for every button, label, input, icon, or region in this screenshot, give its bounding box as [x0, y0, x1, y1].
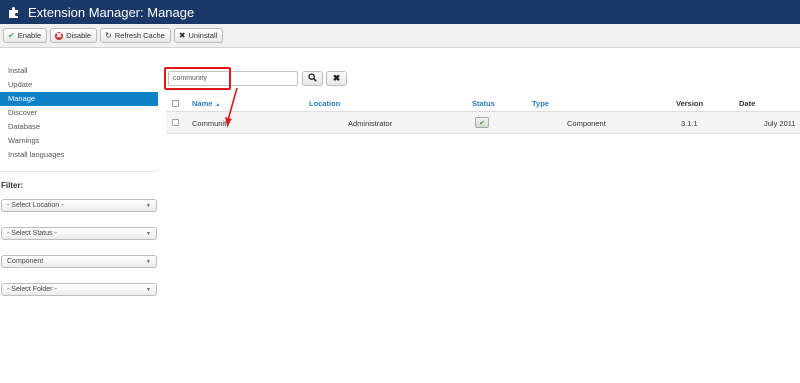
- extension-location: Administrator: [348, 119, 393, 128]
- close-icon: ✖: [178, 30, 186, 40]
- sidebar-item-database[interactable]: Database: [0, 120, 158, 134]
- checkmark-icon: ✔: [479, 119, 485, 127]
- sidebar: Install Update Manage Discover Database …: [0, 64, 158, 296]
- chevron-down-icon: ▼: [146, 230, 151, 237]
- chevron-down-icon: ▼: [146, 286, 151, 293]
- status-select[interactable]: - Select Status - ▼: [1, 227, 157, 240]
- column-header-date[interactable]: Date: [739, 99, 755, 108]
- extension-date: July 2011: [764, 119, 796, 128]
- column-header-name[interactable]: Name ▲: [192, 99, 220, 108]
- uninstall-button[interactable]: ✖ Uninstall: [173, 28, 224, 43]
- search-input[interactable]: [168, 71, 298, 86]
- sidebar-divider: [0, 171, 158, 172]
- select-all-checkbox[interactable]: [172, 100, 179, 107]
- filter-label: Filter:: [1, 181, 24, 190]
- sidebar-item-update[interactable]: Update: [0, 78, 158, 92]
- search-bar: ✖: [164, 67, 347, 90]
- disable-icon: ✖: [55, 30, 64, 40]
- location-select-value: - Select Location -: [7, 202, 64, 209]
- column-header-type[interactable]: Type: [532, 99, 549, 108]
- refresh-cache-button[interactable]: ↻ Refresh Cache: [100, 28, 171, 43]
- enable-label: Enable: [17, 31, 42, 40]
- disable-label: Disable: [66, 31, 92, 40]
- type-select[interactable]: Component ▼: [1, 255, 157, 268]
- search-icon: [308, 73, 317, 84]
- folder-select[interactable]: - Select Folder - ▼: [1, 283, 157, 296]
- chevron-down-icon: ▼: [146, 258, 151, 265]
- table-row: Community Administrator ✔ Component 3.1.…: [166, 112, 800, 134]
- clear-search-button[interactable]: ✖: [326, 71, 347, 86]
- extension-name: Community: [192, 119, 230, 128]
- chevron-down-icon: ▼: [146, 202, 151, 209]
- sidebar-item-install-languages[interactable]: Install languages: [0, 148, 158, 162]
- sidebar-item-manage[interactable]: Manage: [0, 92, 158, 106]
- title-bar: Extension Manager: Manage: [0, 0, 800, 24]
- extension-type: Component: [567, 119, 606, 128]
- search-button[interactable]: [302, 71, 323, 86]
- extensions-table: Name ▲ Location Status Type Version Date …: [166, 96, 800, 134]
- row-checkbox[interactable]: [172, 119, 179, 126]
- page-title: Extension Manager: Manage: [28, 4, 195, 20]
- extension-version: 3.1.1: [681, 119, 698, 128]
- close-icon: ✖: [332, 73, 341, 83]
- sidebar-item-warnings[interactable]: Warnings: [0, 134, 158, 148]
- sort-ascending-icon: ▲: [215, 102, 221, 108]
- folder-select-value: - Select Folder -: [7, 286, 57, 293]
- puzzle-icon: [6, 5, 20, 19]
- toolbar: ✔ Enable ✖ Disable ↻ Refresh Cache ✖ Uni…: [0, 24, 800, 48]
- table-header: Name ▲ Location Status Type Version Date: [166, 96, 800, 112]
- column-header-status[interactable]: Status: [472, 99, 495, 108]
- sidebar-item-install[interactable]: Install: [0, 64, 158, 78]
- refresh-label: Refresh Cache: [114, 31, 165, 40]
- status-select-value: - Select Status -: [7, 230, 57, 237]
- column-header-version[interactable]: Version: [676, 99, 703, 108]
- sidebar-nav: Install Update Manage Discover Database …: [0, 64, 158, 162]
- status-toggle[interactable]: ✔: [475, 117, 489, 128]
- uninstall-label: Uninstall: [188, 31, 218, 40]
- location-select[interactable]: - Select Location - ▼: [1, 199, 157, 212]
- enable-button[interactable]: ✔ Enable: [3, 28, 48, 43]
- sidebar-item-discover[interactable]: Discover: [0, 106, 158, 120]
- type-select-value: Component: [7, 258, 44, 265]
- refresh-icon: ↻: [105, 30, 112, 40]
- checkmark-icon: ✔: [8, 30, 15, 40]
- column-header-name-label: Name: [192, 99, 213, 108]
- disable-button[interactable]: ✖ Disable: [50, 28, 98, 43]
- column-header-location[interactable]: Location: [309, 99, 340, 108]
